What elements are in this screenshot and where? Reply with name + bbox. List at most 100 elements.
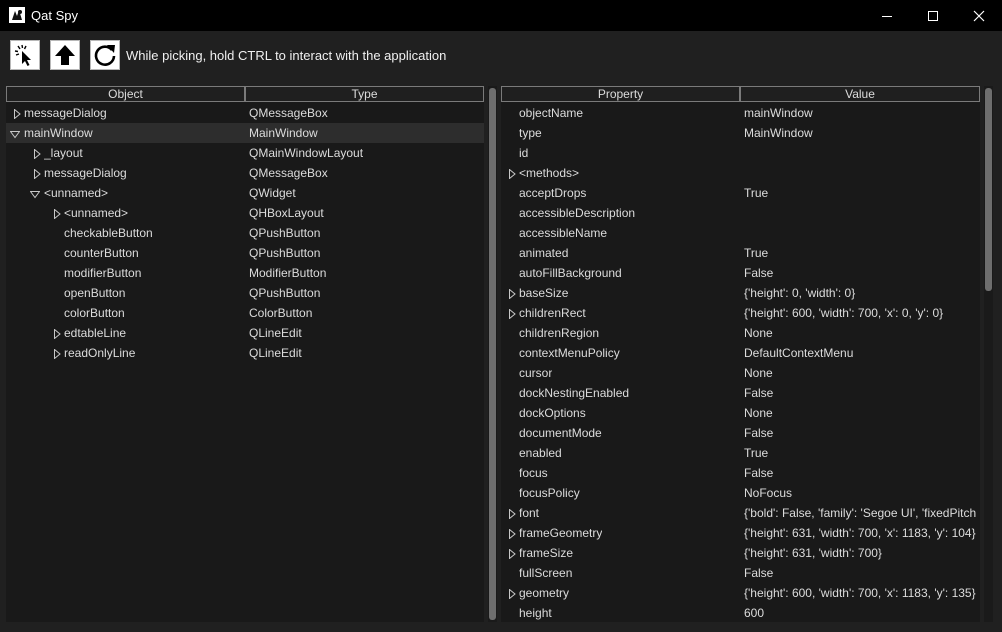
property-name: childrenRect [519, 306, 586, 320]
property-name: accessibleDescription [519, 206, 636, 220]
property-name: documentMode [519, 426, 602, 440]
property-row[interactable]: focus False [501, 463, 980, 483]
app-icon [9, 7, 25, 23]
expand-triangle-down-icon[interactable] [9, 128, 21, 142]
expand-triangle-right-icon[interactable] [32, 168, 42, 182]
scrollbar-thumb[interactable] [985, 88, 992, 291]
tree-object-type: ModifierButton [249, 266, 327, 280]
property-value: None [744, 406, 773, 420]
property-table-scrollbar[interactable] [984, 86, 993, 622]
property-row[interactable]: cursor None [501, 363, 980, 383]
expand-triangle-right-icon[interactable] [507, 548, 517, 562]
property-name: focusPolicy [519, 486, 580, 500]
property-row[interactable]: type MainWindow [501, 123, 980, 143]
property-value: False [744, 386, 774, 400]
property-row[interactable]: frameSize {'height': 631, 'width': 700} [501, 543, 980, 563]
column-header-object[interactable]: Object [6, 86, 245, 102]
column-header-type[interactable]: Type [245, 86, 484, 102]
property-row[interactable]: childrenRegion None [501, 323, 980, 343]
title-bar[interactable]: Qat Spy [0, 0, 1002, 31]
property-row[interactable]: <methods> [501, 163, 980, 183]
property-row[interactable]: frameGeometry {'height': 631, 'width': 70… [501, 523, 980, 543]
property-row[interactable]: acceptDrops True [501, 183, 980, 203]
tree-row[interactable]: messageDialog QMessageBox [6, 163, 484, 183]
tree-row[interactable]: colorButton ColorButton [6, 303, 484, 323]
minimize-button[interactable] [864, 0, 910, 31]
column-header-property[interactable]: Property [501, 86, 740, 102]
property-value: False [744, 466, 774, 480]
property-row[interactable]: animated True [501, 243, 980, 263]
tree-row[interactable]: <unnamed> QHBoxLayout [6, 203, 484, 223]
property-row[interactable]: accessibleName [501, 223, 980, 243]
tree-row[interactable]: checkableButton QPushButton [6, 223, 484, 243]
property-row[interactable]: focusPolicy NoFocus [501, 483, 980, 503]
property-row[interactable]: documentMode False [501, 423, 980, 443]
property-row[interactable]: contextMenuPolicy DefaultContextMenu [501, 343, 980, 363]
property-row[interactable]: childrenRect {'height': 600, 'width': 700… [501, 303, 980, 323]
tree-row[interactable]: messageDialog QMessageBox [6, 103, 484, 123]
arrow-up-icon [55, 45, 75, 65]
tree-object-name: colorButton [64, 306, 125, 320]
property-name: objectName [519, 106, 584, 120]
tree-object-type: QLineEdit [249, 326, 302, 340]
property-row[interactable]: height 600 [501, 603, 980, 622]
property-value: None [744, 366, 773, 380]
property-value: True [744, 246, 769, 260]
tree-row[interactable]: edtableLine QLineEdit [6, 323, 484, 343]
property-row[interactable]: baseSize {'height': 0, 'width': 0} [501, 283, 980, 303]
property-name: contextMenuPolicy [519, 346, 620, 360]
object-tree[interactable]: Object Type messageDialog QMessageBox main… [6, 86, 484, 622]
property-row[interactable]: geometry {'height': 600, 'width': 700, 'x… [501, 583, 980, 603]
expand-triangle-right-icon[interactable] [507, 288, 517, 302]
pick-button[interactable] [10, 40, 40, 70]
tree-object-name: mainWindow [24, 126, 93, 140]
maximize-button[interactable] [910, 0, 956, 31]
property-row[interactable]: enabled True [501, 443, 980, 463]
property-row[interactable]: objectName mainWindow [501, 103, 980, 123]
tree-object-name: counterButton [64, 246, 139, 260]
tree-row[interactable]: modifierButton ModifierButton [6, 263, 484, 283]
property-name: enabled [519, 446, 562, 460]
property-name: childrenRegion [519, 326, 600, 340]
expand-triangle-down-icon[interactable] [29, 188, 41, 202]
scrollbar-thumb[interactable] [489, 88, 496, 620]
refresh-button[interactable] [90, 40, 120, 70]
tree-row[interactable]: readOnlyLine QLineEdit [6, 343, 484, 363]
tree-object-type: QHBoxLayout [249, 206, 324, 220]
window-title: Qat Spy [31, 8, 78, 23]
close-button[interactable] [956, 0, 1002, 31]
tree-row[interactable]: _layout QMainWindowLayout [6, 143, 484, 163]
property-name: focus [519, 466, 548, 480]
expand-triangle-right-icon[interactable] [12, 108, 22, 122]
tree-row[interactable]: counterButton QPushButton [6, 243, 484, 263]
tree-object-name: edtableLine [64, 326, 127, 340]
property-row[interactable]: fullScreen False [501, 563, 980, 583]
tree-object-type: QPushButton [249, 246, 321, 260]
tree-object-name: readOnlyLine [64, 346, 136, 360]
tree-row[interactable]: <unnamed> QWidget [6, 183, 484, 203]
go-up-button[interactable] [50, 40, 80, 70]
expand-triangle-right-icon[interactable] [52, 348, 62, 362]
expand-triangle-right-icon[interactable] [52, 208, 62, 222]
expand-triangle-right-icon[interactable] [52, 328, 62, 342]
property-row[interactable]: dockOptions None [501, 403, 980, 423]
expand-triangle-right-icon[interactable] [507, 308, 517, 322]
expand-triangle-right-icon[interactable] [507, 528, 517, 542]
expand-triangle-right-icon[interactable] [507, 508, 517, 522]
tree-object-type: QMainWindowLayout [249, 146, 364, 160]
tree-row[interactable]: mainWindow MainWindow [6, 123, 484, 143]
property-value: {'height': 600, 'width': 700, 'x': 1183,… [744, 586, 976, 600]
property-row[interactable]: font {'bold': False, 'family': 'Segoe UI'… [501, 503, 980, 523]
property-row[interactable]: dockNestingEnabled False [501, 383, 980, 403]
expand-triangle-right-icon[interactable] [507, 168, 517, 182]
property-name: dockNestingEnabled [519, 386, 630, 400]
property-row[interactable]: accessibleDescription [501, 203, 980, 223]
property-row[interactable]: autoFillBackground False [501, 263, 980, 283]
object-tree-scrollbar[interactable] [488, 86, 497, 622]
tree-row[interactable]: openButton QPushButton [6, 283, 484, 303]
expand-triangle-right-icon[interactable] [507, 588, 517, 602]
column-header-value[interactable]: Value [740, 86, 980, 102]
property-table[interactable]: Property Value objectName mainWindow type M… [501, 86, 980, 622]
expand-triangle-right-icon[interactable] [32, 148, 42, 162]
property-row[interactable]: id [501, 143, 980, 163]
